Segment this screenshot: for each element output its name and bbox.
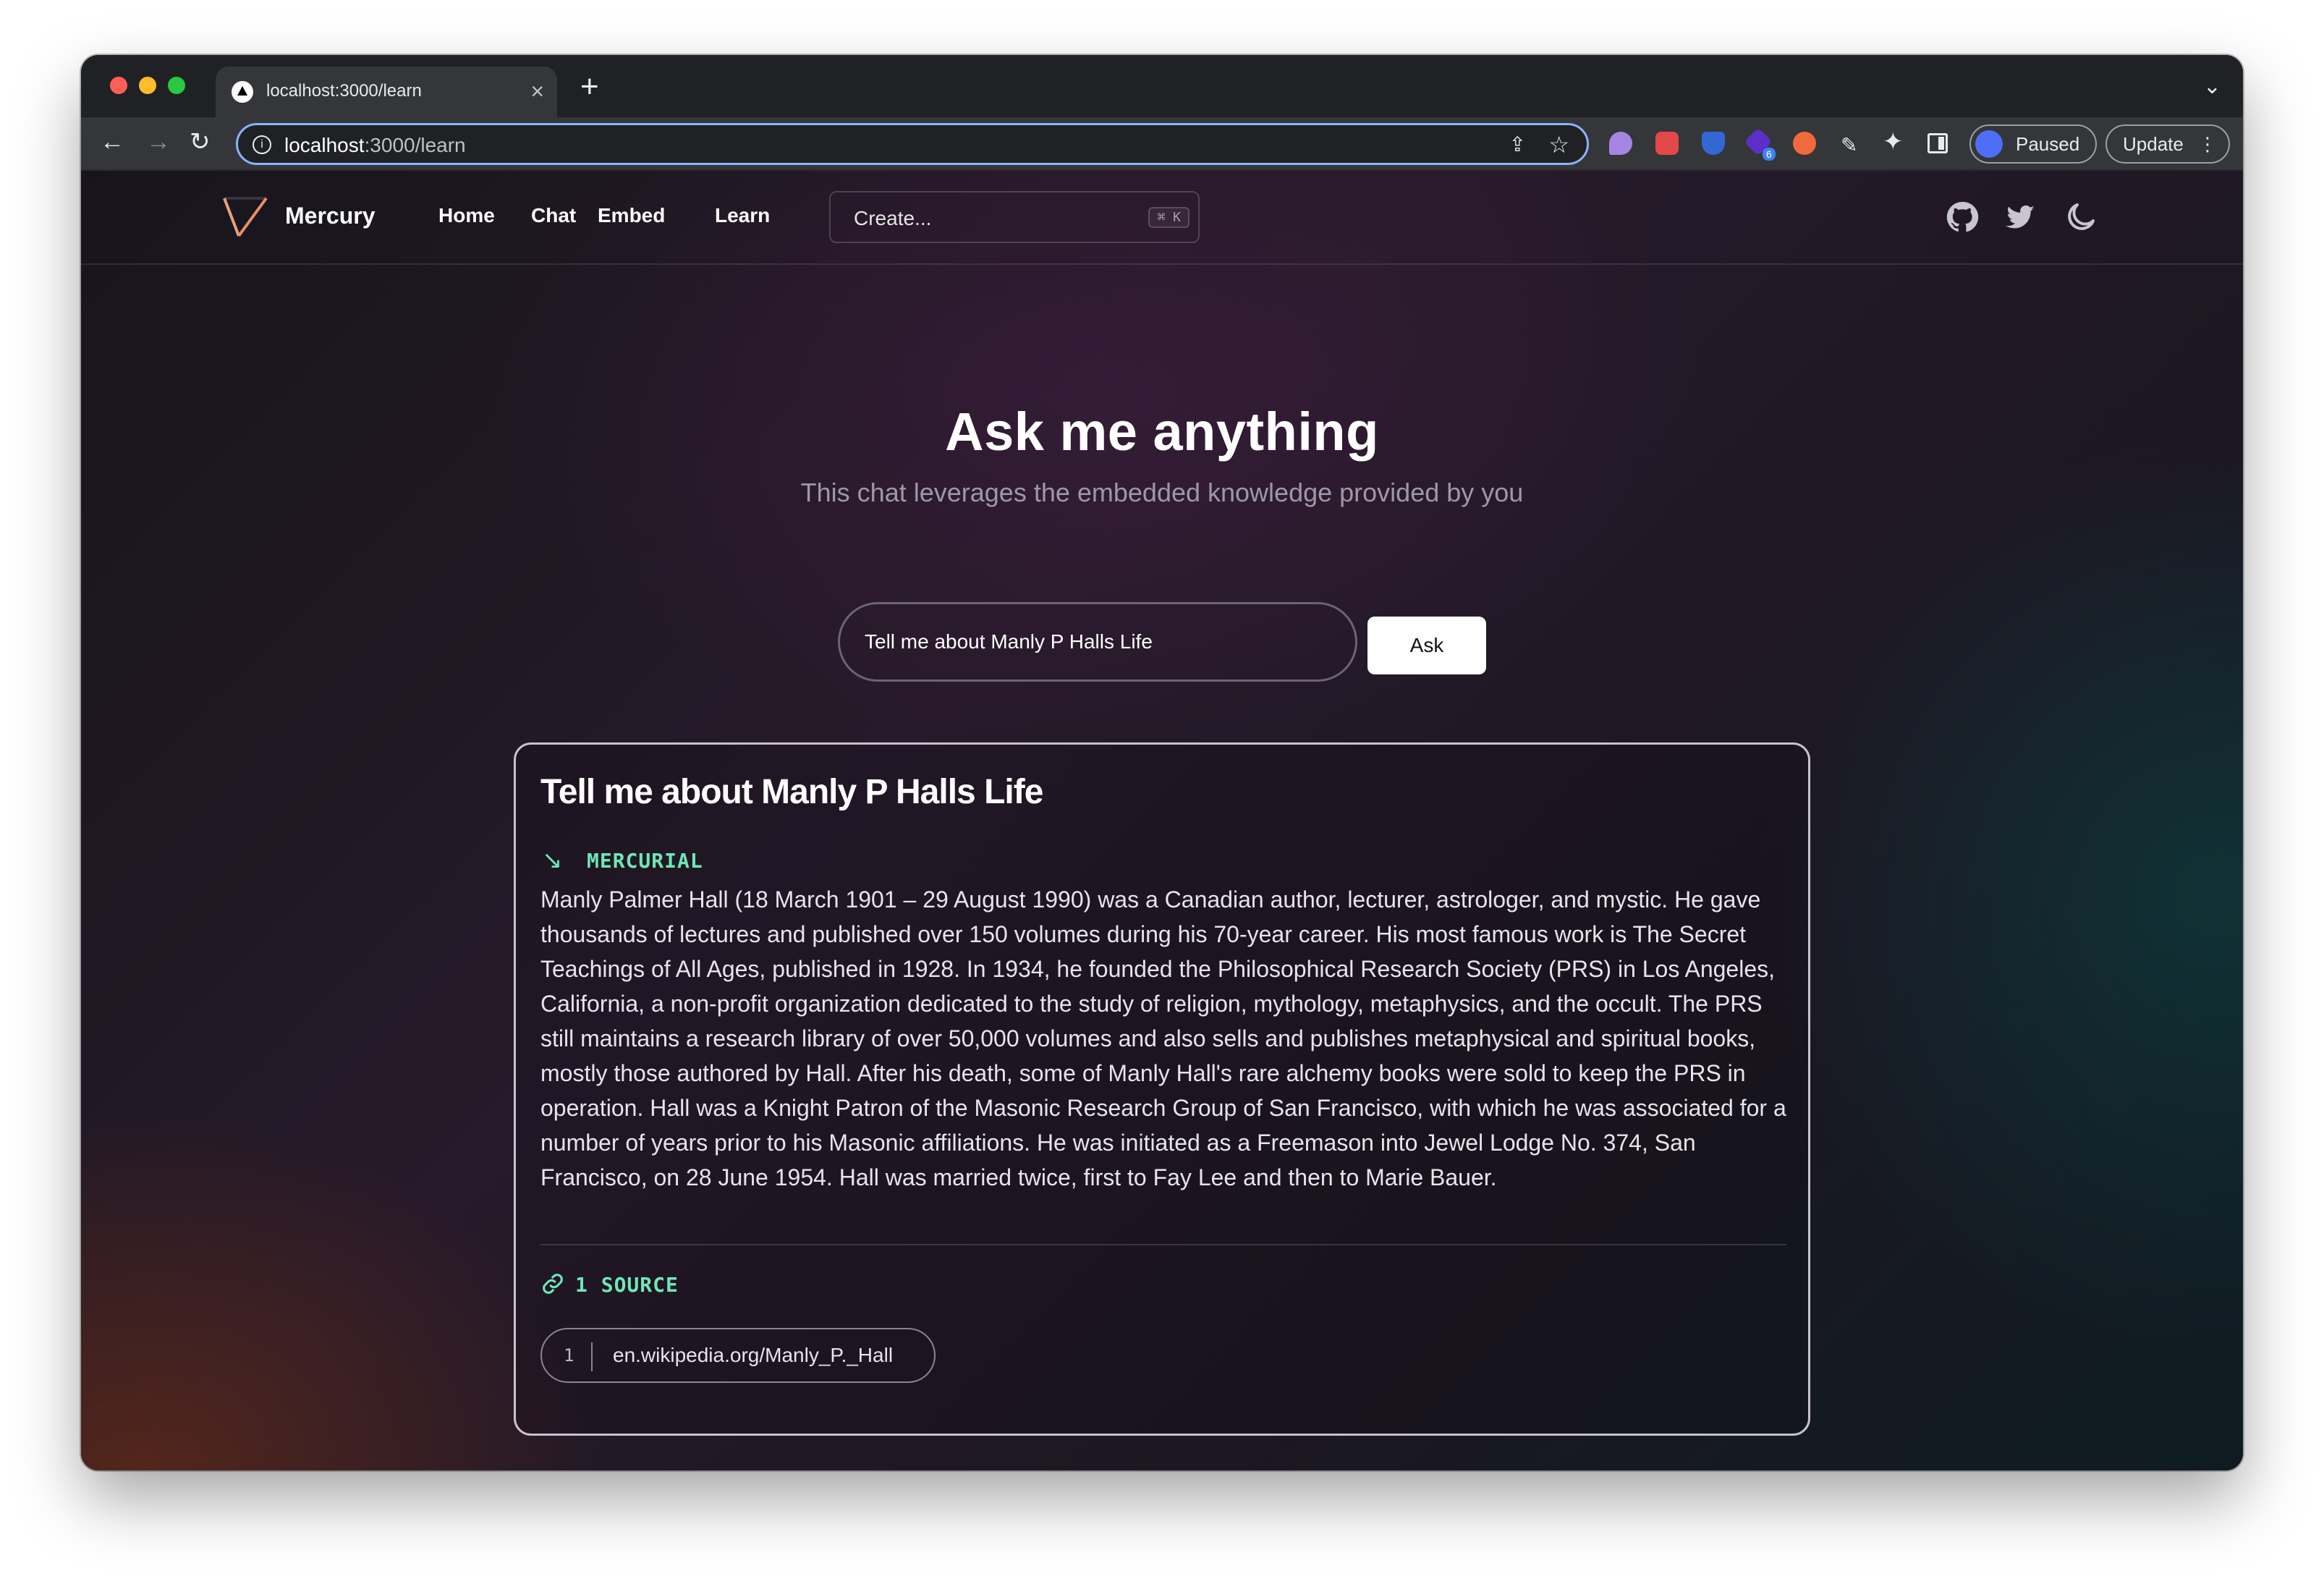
profile-status: Paused	[2016, 133, 2080, 155]
link-icon	[543, 1274, 563, 1294]
github-icon[interactable]	[1945, 200, 1980, 234]
profile-button[interactable]: Paused	[1969, 124, 2097, 164]
extension-1-icon[interactable]	[1609, 132, 1632, 155]
url-host: localhost	[284, 134, 365, 156]
divider	[540, 1244, 1786, 1245]
nav-link-home[interactable]: Home	[438, 204, 495, 227]
update-button[interactable]: Update ⋮	[2105, 124, 2230, 164]
moon-theme-toggle-icon[interactable]	[2064, 200, 2098, 234]
arrow-down-right-icon: ↘	[542, 847, 563, 874]
extension-5-icon[interactable]	[1793, 132, 1816, 155]
more-menu-icon[interactable]: ⋮	[2198, 126, 2217, 162]
source-divider	[591, 1342, 593, 1371]
bookmark-star-icon[interactable]: ☆	[1548, 131, 1569, 158]
tab-bar: localhost:3000/learn × + ⌄	[81, 55, 2243, 117]
page-title: Ask me anything	[945, 402, 1379, 462]
browser-toolbar: ← → ↻ i localhost:3000/learn ⇪ ☆ 6 ✎ ✦ P…	[81, 117, 2243, 171]
question-input[interactable]	[838, 602, 1357, 682]
nav-link-chat[interactable]: Chat	[531, 204, 576, 227]
answer-text: Manly Palmer Hall (18 March 1901 – 29 Au…	[540, 886, 1786, 1190]
answer-title: Tell me about Manly P Halls Life	[540, 773, 1043, 811]
tab-title: localhost:3000/learn	[266, 81, 422, 101]
twitter-icon[interactable]	[2003, 200, 2037, 234]
ask-button[interactable]: Ask	[1367, 617, 1486, 674]
create-command-button[interactable]: Create... ⌘ K	[829, 191, 1200, 243]
eyedropper-icon[interactable]: ✎	[1841, 133, 1864, 156]
new-tab-button[interactable]: +	[580, 71, 599, 103]
address-bar[interactable]: i localhost:3000/learn ⇪ ☆	[236, 123, 1589, 165]
avatar	[1975, 130, 2003, 158]
extensions-puzzle-icon[interactable]: ✦	[1883, 127, 1906, 156]
extension-badge: 6	[1763, 148, 1776, 161]
reload-icon[interactable]: ↻	[190, 127, 211, 156]
vercel-favicon-icon	[232, 81, 253, 103]
sources-count: 1 SOURCE	[575, 1273, 679, 1297]
share-icon[interactable]: ⇪	[1509, 132, 1526, 156]
source-url: en.wikipedia.org/Manly_P._Hall	[613, 1344, 894, 1366]
page-subtitle: This chat leverages the embedded knowled…	[800, 478, 1524, 507]
tab-close-icon[interactable]: ×	[530, 77, 544, 106]
answer-card: Tell me about Manly P Halls Life ↘ MERCU…	[514, 742, 1810, 1436]
address-url: localhost:3000/learn	[284, 134, 466, 157]
source-link[interactable]: 1 en.wikipedia.org/Manly_P._Hall	[540, 1328, 936, 1383]
back-arrow-icon[interactable]: ←	[100, 127, 124, 156]
extension-2-icon[interactable]	[1655, 132, 1679, 155]
minimize-window-button[interactable]	[139, 77, 156, 94]
browser-tab[interactable]: localhost:3000/learn ×	[216, 67, 557, 117]
nav-link-embed[interactable]: Embed	[598, 204, 665, 227]
bitwarden-shield-icon[interactable]	[1702, 132, 1725, 155]
side-panel-icon[interactable]	[1928, 133, 1948, 153]
site-header: Mercury Home Chat Embed Learn Create... …	[81, 171, 2243, 265]
tab-search-chevron-icon[interactable]: ⌄	[2203, 74, 2221, 99]
close-window-button[interactable]	[110, 77, 127, 94]
update-label: Update	[2123, 133, 2184, 155]
maximize-window-button[interactable]	[168, 77, 185, 94]
url-path: :3000/learn	[364, 134, 466, 156]
brand-name[interactable]: Mercury	[285, 203, 376, 229]
forward-arrow-icon[interactable]: →	[146, 127, 171, 156]
keyboard-shortcut: ⌘ K	[1148, 207, 1189, 228]
page-content: Mercury Home Chat Embed Learn Create... …	[81, 171, 2243, 1470]
nav-link-learn[interactable]: Learn	[715, 204, 770, 227]
mercury-logo-icon[interactable]	[223, 195, 268, 239]
browser-window: localhost:3000/learn × + ⌄ ← → ↻ i local…	[81, 55, 2243, 1470]
model-name: MERCURIAL	[587, 849, 703, 873]
source-number: 1	[564, 1345, 574, 1366]
create-placeholder: Create...	[854, 207, 932, 229]
site-info-icon[interactable]: i	[253, 135, 271, 154]
